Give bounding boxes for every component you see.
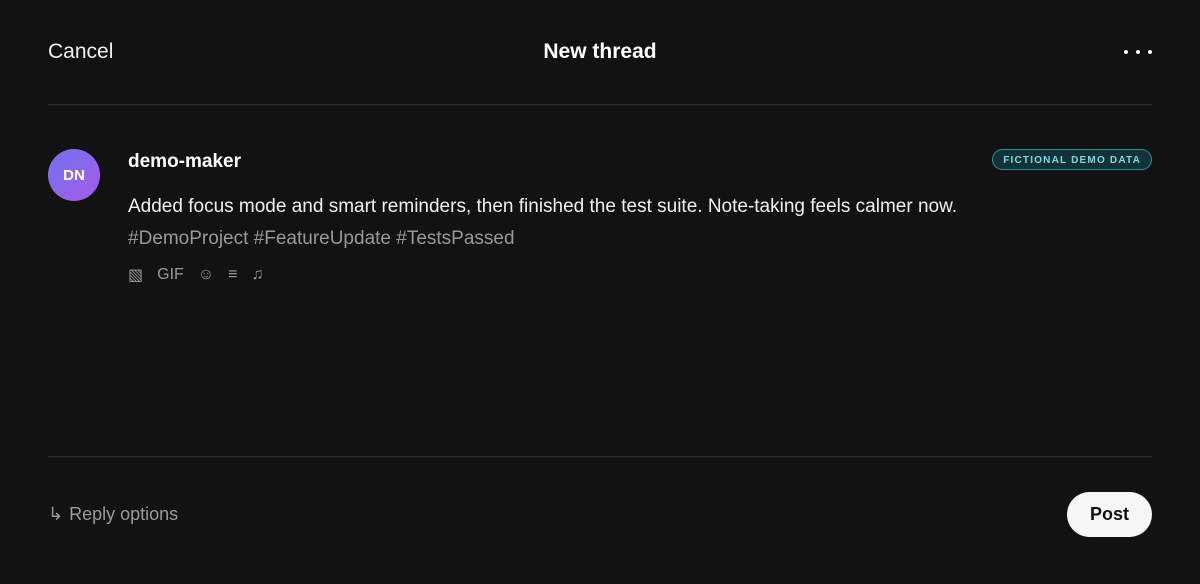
gif-button[interactable]: GIF [157,266,184,284]
more-dot [1136,50,1140,54]
post-text-input[interactable]: Added focus mode and smart reminders, th… [128,191,1128,255]
post-body-text: Added focus mode and smart reminders, th… [128,196,958,217]
avatar[interactable]: DN [48,149,100,201]
post-button[interactable]: Post [1067,492,1152,537]
more-dot [1148,50,1152,54]
username: demo-maker [128,151,241,172]
page-title: New thread [543,40,657,63]
reply-options-button[interactable]: ↳ Reply options [48,504,178,525]
music-icon[interactable]: ♫ [251,266,263,284]
more-options-icon[interactable] [1124,40,1152,64]
demo-data-badge: FICTIONAL DEMO DATA [992,149,1152,170]
reply-arrow-icon: ↳ [48,504,64,524]
composer-toolbar: ▧ GIF ☺ ≡ ♫ [128,265,263,285]
list-icon[interactable]: ≡ [228,266,237,284]
reply-options-label: Reply options [69,504,179,524]
image-icon[interactable]: ▧ [128,265,143,285]
post-hashtags: #DemoProject #FeatureUpdate #TestsPassed [128,228,515,249]
header: Cancel New thread [48,0,1152,105]
more-dot [1124,50,1128,54]
thread-composer: DN demo-maker FICTIONAL DEMO DATA Added … [48,105,1152,457]
emoji-icon[interactable]: ☺ [198,266,214,284]
